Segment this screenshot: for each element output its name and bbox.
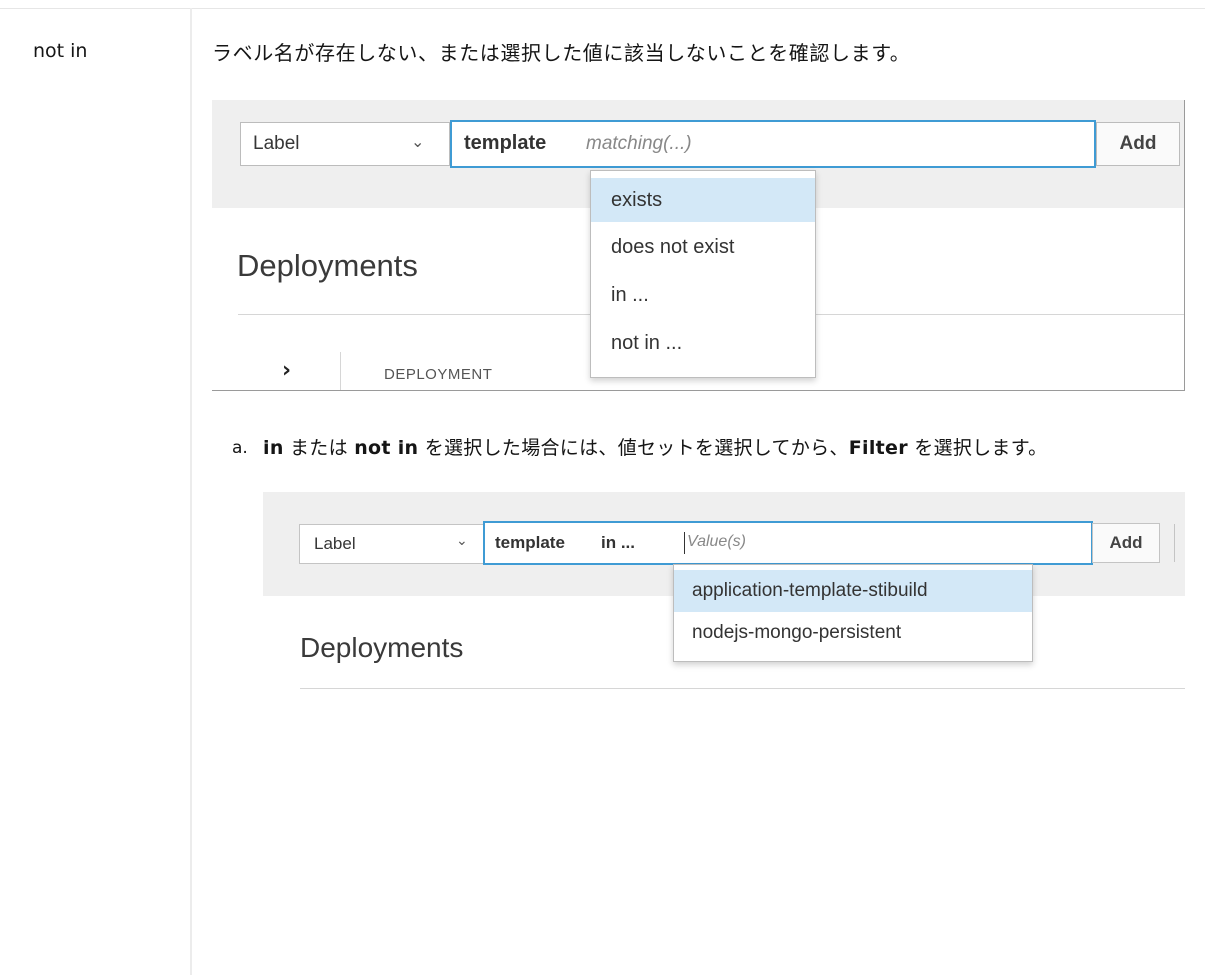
menu-item-in[interactable]: in ... — [591, 273, 815, 317]
value-dropdown-menu: application-template-stibuild nodejs-mon… — [673, 564, 1033, 662]
keyword-filter: Filter — [848, 437, 908, 459]
filter-type-select[interactable]: Label ⌄ — [299, 524, 484, 564]
table-top-border — [0, 8, 1205, 9]
step-text-part1: または — [283, 437, 355, 459]
menu-item-exists[interactable]: exists — [591, 178, 815, 222]
keyword-in: in — [263, 437, 284, 459]
description-text: ラベル名が存在しない、または選択した値に該当しないことを確認します。 — [212, 41, 911, 65]
menu-item-does-not-exist[interactable]: does not exist — [591, 225, 815, 269]
operator-hint: matching(...) — [586, 133, 692, 154]
keyword-not-in: not in — [354, 437, 419, 459]
column-header-deployment: DEPLOYMENT — [384, 366, 493, 383]
chevron-down-icon: ⌄ — [456, 533, 468, 549]
term-cell: not in — [33, 40, 88, 62]
screenshot-value-select: Label ⌄ template in ... Value(s) Add Dep… — [263, 492, 1185, 708]
values-placeholder: Value(s) — [687, 533, 746, 550]
text-cursor — [684, 532, 685, 554]
heading-divider — [300, 688, 1185, 689]
step-text-part3: を選択します。 — [907, 437, 1048, 459]
add-button[interactable]: Add — [1096, 122, 1180, 166]
add-button[interactable]: Add — [1092, 523, 1160, 563]
step-text-part2: を選択した場合には、値セットを選択してから、 — [418, 437, 849, 459]
chevron-right-icon[interactable]: › — [282, 358, 291, 383]
chevron-down-icon: ⌄ — [411, 132, 425, 151]
page-title: Deployments — [237, 248, 418, 283]
menu-item-nodejs-mongo-persistent[interactable]: nodejs-mongo-persistent — [674, 612, 1032, 654]
page-title: Deployments — [300, 632, 464, 663]
select-label: Label — [314, 534, 356, 553]
toolbar-separator — [1174, 524, 1175, 562]
select-label: Label — [253, 133, 300, 154]
operator-dropdown-menu: exists does not exist in ... not in ... — [590, 170, 816, 378]
menu-item-application-template-stibuild[interactable]: application-template-stibuild — [674, 570, 1032, 612]
label-key-text: template — [495, 533, 565, 552]
screenshot-filter-operators: Label ⌄ template matching(...) Add Deplo… — [212, 100, 1185, 391]
label-key-text: template — [464, 132, 547, 154]
operator-text: in ... — [601, 533, 635, 552]
label-filter-input[interactable]: template matching(...) — [450, 120, 1096, 168]
step-instruction: in または not in を選択した場合には、値セットを選択してから、Filt… — [263, 436, 1193, 460]
column-divider — [190, 8, 192, 975]
label-filter-input[interactable]: template in ... Value(s) — [483, 521, 1093, 565]
filter-type-select[interactable]: Label ⌄ — [240, 122, 450, 166]
step-marker: a. — [232, 438, 248, 458]
column-separator — [340, 352, 341, 390]
menu-item-not-in[interactable]: not in ... — [591, 321, 815, 365]
